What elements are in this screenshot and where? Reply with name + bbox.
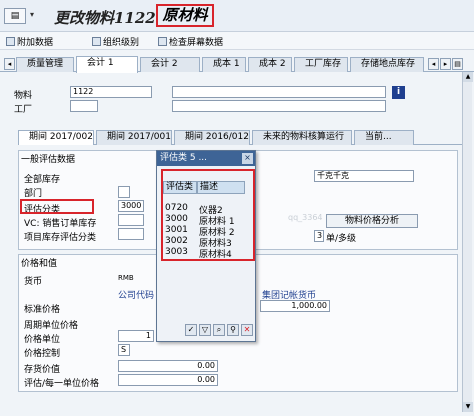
popup-row-code[interactable]: 3000 <box>165 214 188 224</box>
inventory-value-field[interactable]: 0.00 <box>118 360 218 372</box>
info-button[interactable]: i <box>392 86 405 99</box>
total-stock-label: 全部库存 <box>24 175 61 185</box>
vc-sales-order-label: VC: 销售订单库存 <box>24 219 97 229</box>
material-field[interactable]: 1122 <box>70 86 152 98</box>
tab-costing-2[interactable]: 成本 2 <box>248 57 292 72</box>
valuation-per-unit-field[interactable]: 0.00 <box>118 374 218 386</box>
additional-data-icon <box>6 37 15 46</box>
additional-data-label: 附加数据 <box>17 38 54 48</box>
valuation-per-unit-label: 评估/每一单位价格 <box>24 379 100 389</box>
popup-col-description: 描述 <box>197 181 245 194</box>
period-tabs: 期间 2017/002 期间 2017/001 期间 2016/012 未来的物… <box>18 128 470 145</box>
project-stock-field[interactable] <box>118 228 144 240</box>
material-label: 物料 <box>14 91 33 101</box>
material-description-field[interactable] <box>172 86 386 98</box>
tab-accounting-2[interactable]: 会计 2 <box>140 57 200 72</box>
price-unit-field[interactable]: 1 <box>118 330 154 342</box>
filter-icon[interactable]: ▽ <box>199 324 211 336</box>
binoculars-icon[interactable]: ⚲ <box>227 324 239 336</box>
valuation-class-field[interactable]: 3000 <box>118 200 144 212</box>
currency-label: 货币 <box>24 277 43 287</box>
price-control-field[interactable]: S <box>118 344 130 356</box>
popup-row-code[interactable]: 0720 <box>165 203 188 213</box>
tab-scroll-left-icon[interactable]: ◂ <box>4 58 15 70</box>
confirm-icon[interactable]: ✓ <box>185 324 197 336</box>
prices-values-title: 价格和值 <box>21 259 58 269</box>
material-type-label: 原材料 <box>156 4 214 27</box>
tab-costing-1[interactable]: 成本 1 <box>202 57 246 72</box>
price-unit-label: 价格单位 <box>24 335 61 345</box>
tab-storage-location-stock[interactable]: 存储地点库存 <box>350 57 424 72</box>
popup-row-code[interactable]: 3003 <box>165 247 188 257</box>
window-title: 更改物料1122 <box>54 9 156 27</box>
price-control-indicator-field[interactable]: 3 <box>314 230 324 242</box>
popup-row-desc[interactable]: 原材料4 <box>199 247 232 260</box>
check-screen-label: 检查屏幕数据 <box>169 38 224 48</box>
tab-current[interactable]: 当前... <box>354 130 414 145</box>
check-screen-button[interactable]: 检查屏幕数据 <box>158 35 223 48</box>
valuation-class-popup: 评估类 5 ... × 评估类 描述 0720 仪器2 3000 原材料 1 3… <box>156 150 256 342</box>
vertical-scrollbar[interactable]: ▲ ▼ <box>462 72 473 412</box>
division-field[interactable] <box>118 186 130 198</box>
tab-quality-management[interactable]: 质量管理 <box>16 57 74 72</box>
menu-arrow-icon[interactable]: ▾ <box>30 10 34 19</box>
inventory-value-label: 存货价值 <box>24 365 61 375</box>
standard-price-label: 标准价格 <box>24 305 61 315</box>
cancel-icon[interactable]: ✕ <box>241 324 253 336</box>
general-valuation-title: 一般评估数据 <box>21 155 76 165</box>
popup-col-class: 评估类 <box>163 181 197 194</box>
periodic-unit-price-label: 周期单位价格 <box>24 321 79 331</box>
menu-icon[interactable]: ▤ <box>4 8 26 24</box>
org-levels-icon <box>92 37 101 46</box>
tab-period-2017-001[interactable]: 期间 2017/001 <box>96 130 172 145</box>
popup-close-icon[interactable]: × <box>242 153 253 164</box>
tab-period-2017-002[interactable]: 期间 2017/002 <box>18 130 94 145</box>
tab-future-material-ledger[interactable]: 未来的物料核算运行 <box>252 130 352 145</box>
popup-row-code[interactable]: 3001 <box>165 225 188 235</box>
currency-code: RMB <box>118 274 134 282</box>
popup-title-text: 评估类 5 ... <box>160 153 208 163</box>
price-control-label: 价格控制 <box>24 349 61 359</box>
material-price-analysis-button[interactable]: 物料价格分析 <box>326 214 418 228</box>
title-bar: ▤ ▾ 更改物料1122 原材料 <box>0 0 474 32</box>
watermark-text: qq_3364 <box>288 213 323 222</box>
project-stock-label: 项目库存评估分类 <box>24 233 97 243</box>
standard-price-field[interactable]: 1,000.00 <box>260 300 330 312</box>
tab-scroll-next-icon[interactable]: ▸ <box>440 58 451 70</box>
division-label: 部门 <box>24 189 43 199</box>
company-code-currency-label: 公司代码 <box>118 291 155 301</box>
org-levels-label: 组织级别 <box>103 38 140 48</box>
plant-label: 工厂 <box>14 105 33 115</box>
scroll-down-icon[interactable]: ▼ <box>463 402 473 412</box>
vc-sales-order-field[interactable] <box>118 214 144 226</box>
org-levels-button[interactable]: 组织级别 <box>92 35 139 48</box>
toolbar: 附加数据 组织级别 检查屏幕数据 <box>0 32 474 50</box>
tab-scroll-prev-icon[interactable]: ◂ <box>428 58 439 70</box>
material-price-analysis-label: 物料价格分析 <box>344 216 399 226</box>
search-icon[interactable]: ⌕ <box>213 324 225 336</box>
plant-description-field[interactable] <box>172 100 386 112</box>
tab-accounting-1[interactable]: 会计 1 <box>76 56 138 73</box>
price-determination-label: 单/多级 <box>326 234 357 244</box>
popup-title: 评估类 5 ... × <box>157 151 255 166</box>
tab-list-icon[interactable]: ▤ <box>452 58 463 70</box>
check-screen-icon <box>158 37 167 46</box>
valuation-class-highlight <box>20 199 94 214</box>
tab-period-2016-012[interactable]: 期间 2016/012 <box>174 130 250 145</box>
unit-field[interactable]: 千克千克 <box>314 170 414 182</box>
plant-field[interactable] <box>70 100 98 112</box>
main-tabs: ◂ 质量管理 会计 1 会计 2 成本 1 成本 2 工厂库存 存储地点库存 ◂… <box>0 54 474 73</box>
additional-data-button[interactable]: 附加数据 <box>6 35 53 48</box>
tab-plant-stock[interactable]: 工厂库存 <box>294 57 348 72</box>
popup-row-code[interactable]: 3002 <box>165 236 188 246</box>
scroll-up-icon[interactable]: ▲ <box>463 72 473 82</box>
